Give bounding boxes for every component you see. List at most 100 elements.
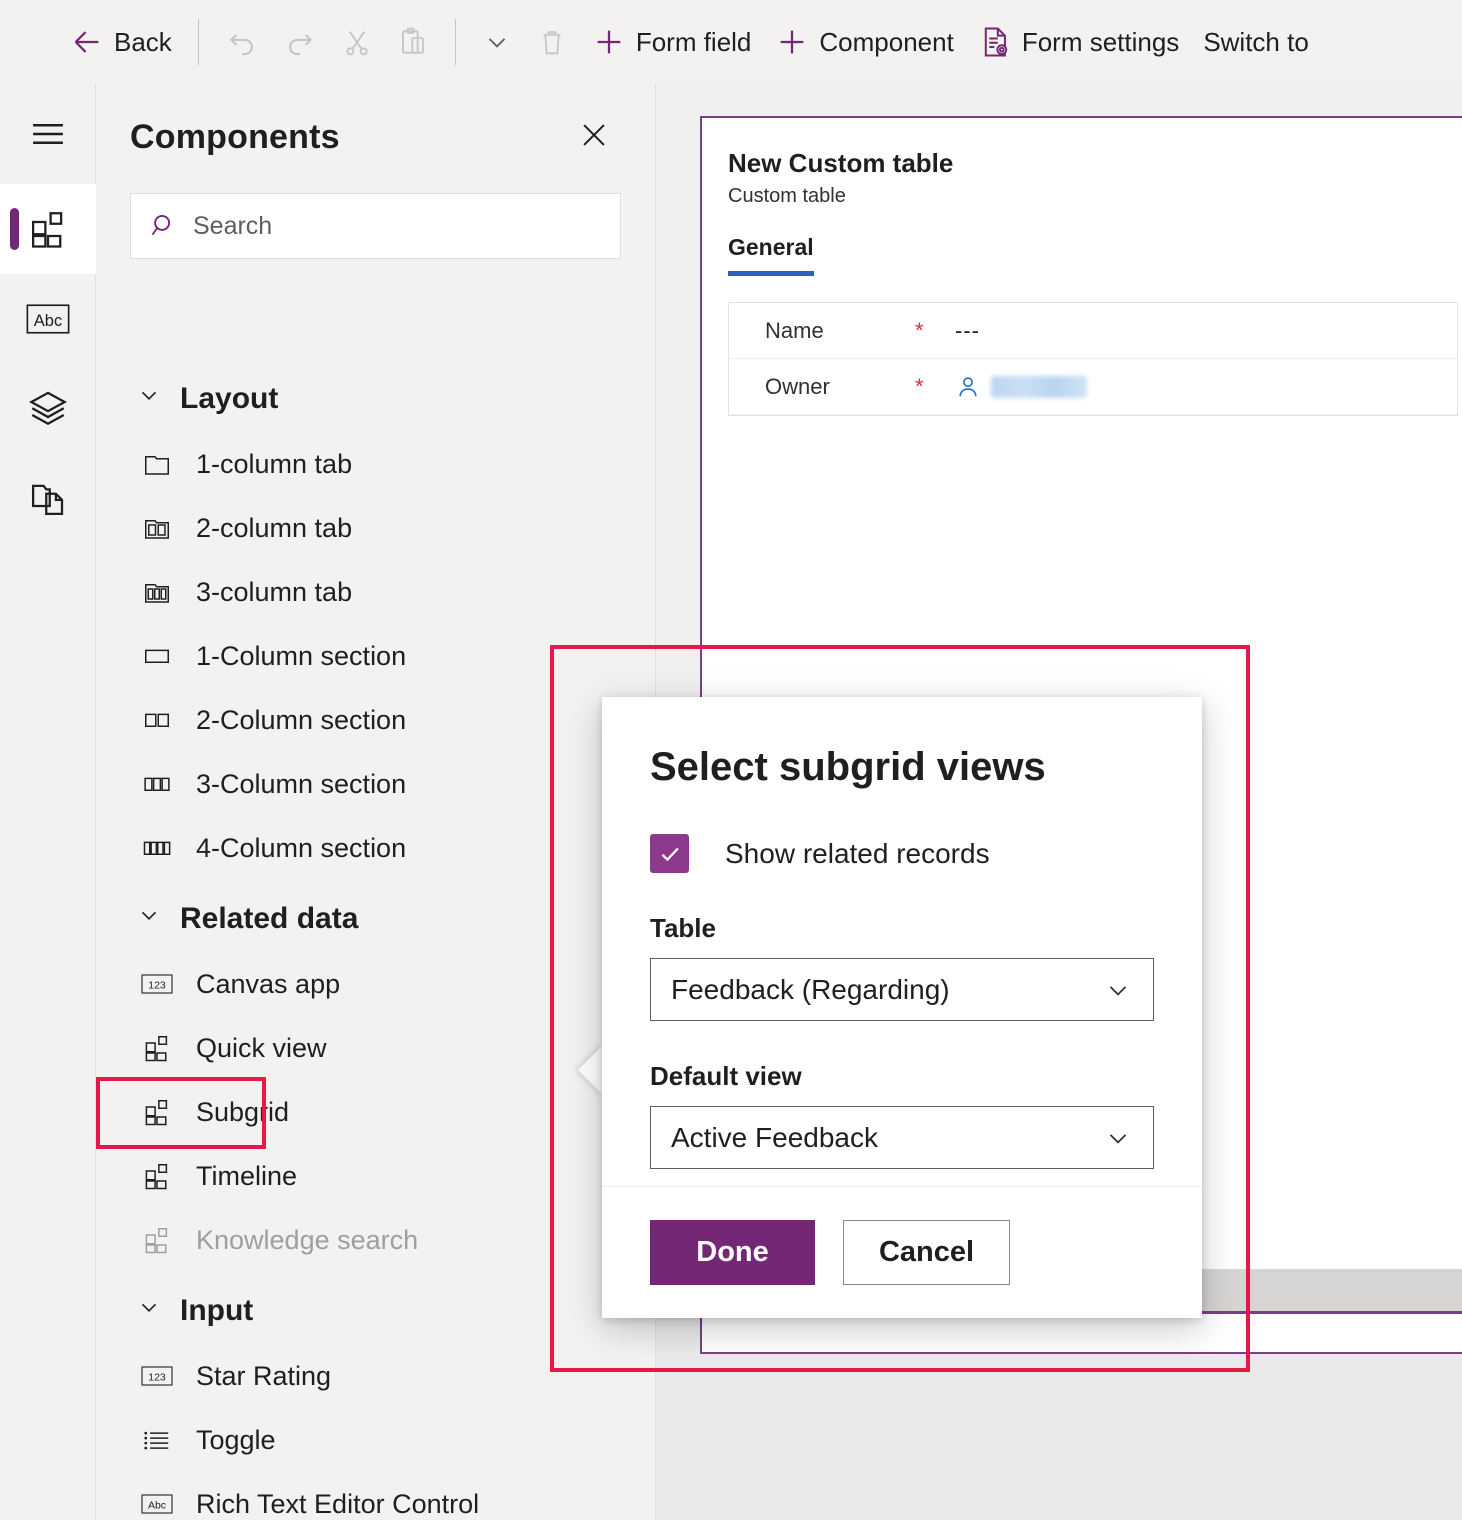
panel-title: Components	[130, 118, 340, 157]
show-related-records-checkbox[interactable]: Show related records	[650, 834, 1154, 873]
search-box[interactable]	[130, 193, 621, 259]
done-button[interactable]: Done	[650, 1220, 815, 1285]
grid-blocks-icon	[140, 1161, 174, 1191]
component-item-3-column-section[interactable]: 3-Column section	[96, 752, 656, 816]
chevron-down-icon	[136, 382, 162, 416]
component-item-3-column-tab[interactable]: 3-column tab	[96, 560, 656, 624]
component-group-layout[interactable]: Layout	[96, 360, 656, 432]
field-label: Owner	[765, 374, 915, 400]
component-item-label: Timeline	[196, 1161, 297, 1192]
component-item-star-rating[interactable]: 123Star Rating	[96, 1344, 656, 1408]
field-value: ---	[955, 318, 980, 344]
required-asterisk: *	[915, 318, 955, 344]
scissors-icon	[341, 26, 373, 58]
rail-item-properties[interactable]: Abc	[0, 274, 96, 364]
list-lines-icon	[140, 1425, 174, 1455]
paste-button[interactable]	[385, 14, 441, 70]
form-settings-label: Form settings	[1022, 27, 1180, 58]
abc-icon: Abc	[26, 302, 70, 336]
checkmark-icon	[650, 834, 689, 873]
tab-general[interactable]: General	[728, 234, 814, 276]
component-group-label: Related data	[180, 902, 358, 936]
component-item-label: Subgrid	[196, 1097, 289, 1128]
chevron-down-icon	[1103, 975, 1133, 1005]
rail-item-layers[interactable]	[0, 364, 96, 454]
table-field-label: Table	[650, 913, 1154, 944]
search-icon	[149, 211, 179, 241]
component-item-knowledge-search: Knowledge search	[96, 1208, 656, 1272]
component-item-canvas-app[interactable]: 123Canvas app	[96, 952, 656, 1016]
chevron-down-icon	[136, 1294, 162, 1328]
panel-header: Components	[96, 84, 655, 163]
chevron-down-icon	[136, 902, 162, 936]
component-item-subgrid[interactable]: Subgrid	[96, 1080, 656, 1144]
component-item-rich-text-editor-control[interactable]: AbcRich Text Editor Control	[96, 1472, 656, 1520]
form-field-button[interactable]: Form field	[580, 14, 764, 70]
form-fields: Name * --- Owner *	[728, 302, 1458, 416]
switch-to-label: Switch to	[1203, 27, 1309, 58]
delete-button[interactable]	[524, 14, 580, 70]
component-item-2-column-section[interactable]: 2-Column section	[96, 688, 656, 752]
default-view-dropdown[interactable]: Active Feedback	[650, 1106, 1154, 1169]
section-4col-icon	[140, 833, 174, 863]
cancel-button[interactable]: Cancel	[843, 1220, 1010, 1285]
rail-item-tree[interactable]	[0, 454, 96, 544]
form-row-name[interactable]: Name * ---	[729, 303, 1457, 359]
component-group-label: Input	[180, 1294, 253, 1328]
svg-text:123: 123	[148, 1372, 166, 1384]
svg-text:Abc: Abc	[34, 312, 62, 330]
default-view-field-label: Default view	[650, 1061, 1154, 1092]
back-label: Back	[114, 27, 172, 58]
component-item-1-column-section[interactable]: 1-Column section	[96, 624, 656, 688]
component-item-label: Rich Text Editor Control	[196, 1489, 479, 1520]
component-item-label: Knowledge search	[196, 1225, 418, 1256]
copy-pages-icon	[27, 478, 69, 520]
redo-icon	[283, 25, 317, 59]
component-item-2-column-tab[interactable]: 2-column tab	[96, 496, 656, 560]
form-row-owner[interactable]: Owner *	[729, 359, 1457, 415]
form-settings-button[interactable]: Form settings	[966, 14, 1192, 70]
component-item-quick-view[interactable]: Quick view	[96, 1016, 656, 1080]
table-dropdown-value: Feedback (Regarding)	[671, 974, 950, 1006]
cut-button[interactable]	[329, 14, 385, 70]
switch-to-button[interactable]: Switch to	[1191, 14, 1321, 70]
dialog-title: Select subgrid views	[650, 745, 1154, 790]
component-item-toggle[interactable]: Toggle	[96, 1408, 656, 1472]
component-item-label: 1-Column section	[196, 641, 406, 672]
component-item-timeline[interactable]: Timeline	[96, 1144, 656, 1208]
form-settings-icon	[978, 25, 1012, 59]
components-panel: Components Layout 1-column tab 2-column ta…	[96, 84, 656, 1520]
component-item-label: Toggle	[196, 1425, 276, 1456]
redo-button[interactable]	[271, 14, 329, 70]
close-icon[interactable]	[567, 112, 621, 163]
component-item-label: 1-column tab	[196, 449, 352, 480]
hamburger-icon	[27, 113, 69, 155]
rail-item-hamburger[interactable]	[0, 84, 96, 184]
chevron-down-icon	[1103, 1123, 1133, 1153]
more-commands-button[interactable]	[470, 14, 524, 70]
back-button[interactable]: Back	[58, 14, 184, 70]
select-subgrid-views-dialog: Select subgrid views Show related record…	[602, 697, 1202, 1318]
component-item-4-column-section[interactable]: 4-Column section	[96, 816, 656, 880]
table-dropdown[interactable]: Feedback (Regarding)	[650, 958, 1154, 1021]
plus-icon	[592, 25, 626, 59]
rail-item-components[interactable]	[0, 184, 96, 274]
command-bar: Back	[0, 0, 1462, 84]
component-list: Layout 1-column tab 2-column tab 3-column t…	[96, 360, 656, 1520]
search-input[interactable]	[193, 212, 602, 241]
form-title: New Custom table	[702, 118, 1462, 179]
component-item-label: 2-column tab	[196, 513, 352, 544]
component-group-related-data[interactable]: Related data	[96, 880, 656, 952]
component-group-input[interactable]: Input	[96, 1272, 656, 1344]
trash-icon	[536, 26, 568, 58]
field-label: Name	[765, 318, 915, 344]
divider	[455, 19, 456, 65]
component-item-1-column-tab[interactable]: 1-column tab	[96, 432, 656, 496]
person-icon	[955, 374, 981, 400]
component-item-label: 3-Column section	[196, 769, 406, 800]
component-button[interactable]: Component	[763, 14, 965, 70]
section-2col-icon	[140, 705, 174, 735]
undo-button[interactable]	[213, 14, 271, 70]
form-field-label: Form field	[636, 27, 752, 58]
section-1col-icon	[140, 641, 174, 671]
